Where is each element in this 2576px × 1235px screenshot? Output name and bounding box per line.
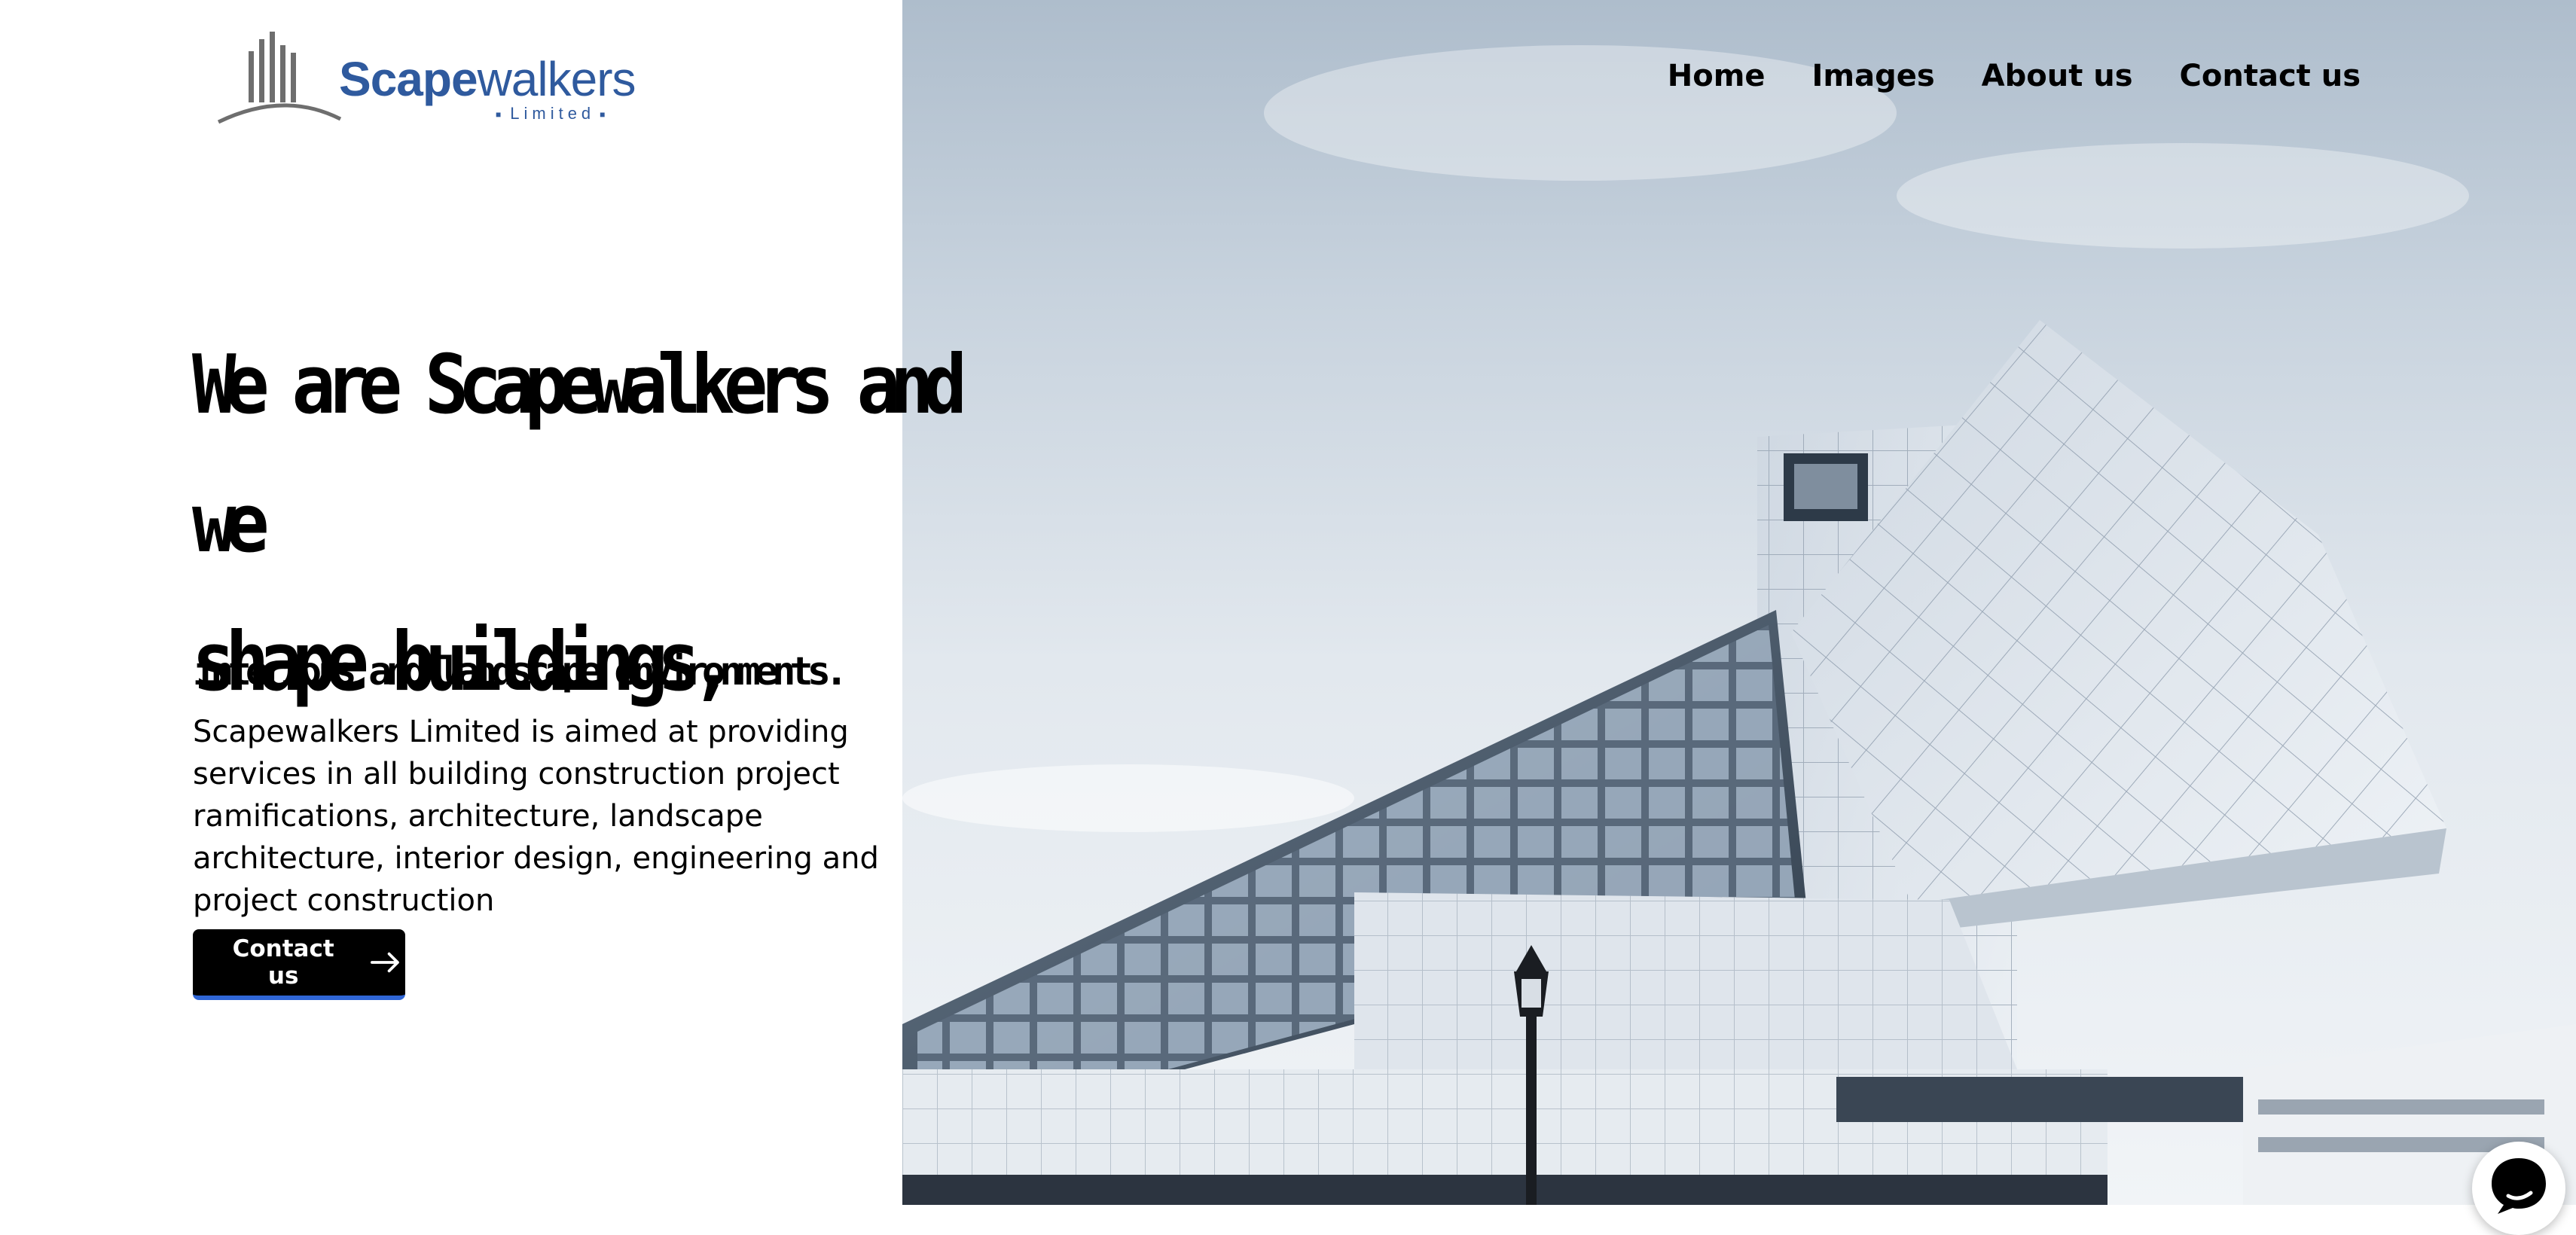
skyline-bars-icon	[217, 32, 342, 124]
hero-headline-line-1: We are Scapewalkers and we	[192, 338, 967, 571]
nav-home[interactable]: Home	[1668, 59, 1766, 93]
arrow-right-icon	[371, 952, 400, 973]
hero-description: Scapewalkers Limited is aimed at providi…	[193, 715, 879, 918]
building-illustration	[902, 45, 2576, 1205]
nav-images[interactable]: Images	[1812, 59, 1935, 93]
main-nav: Home Images About us Contact us	[1668, 59, 2361, 93]
nav-about-us[interactable]: About us	[1982, 59, 2133, 93]
contact-us-button-label: Contact us	[232, 935, 334, 990]
brand-name-bold: Scape	[339, 52, 478, 106]
hero-subheadline: interiors and landscape environments.	[193, 649, 848, 694]
chat-widget-button[interactable]	[2472, 1142, 2565, 1235]
contact-us-button[interactable]: Contact us	[193, 929, 405, 1000]
chat-bubble-icon	[2492, 1158, 2546, 1214]
nav-contact-us[interactable]: Contact us	[2180, 59, 2361, 93]
hero-building-image	[902, 0, 2576, 1205]
brand-name-rest: walkers	[477, 52, 636, 106]
brand-name: Scapewalkers	[339, 51, 636, 107]
brand-subtitle: Limited	[491, 104, 614, 124]
brand-logo[interactable]: Scapewalkers Limited	[212, 30, 636, 136]
